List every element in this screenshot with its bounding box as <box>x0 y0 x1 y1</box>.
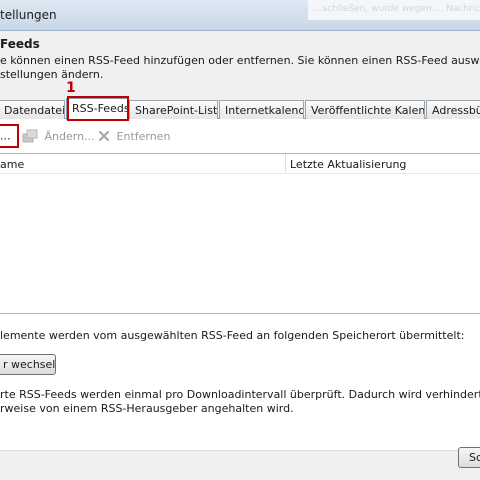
tab-strip: Datendateien RSS-Feeds SharePoint-Listen… <box>0 98 480 120</box>
annotation-number: 1 <box>66 80 76 96</box>
dialog-bottom-bar: Sc <box>0 447 480 480</box>
window-title: tellungen <box>0 8 57 22</box>
tab-veroeffentlichte-kalender[interactable]: Veröffentlichte Kalender <box>305 100 425 119</box>
delivery-location-label: lemente werden vom ausgewählten RSS-Feed… <box>0 329 465 342</box>
tab-datendateien[interactable]: Datendateien <box>0 100 65 119</box>
column-header-last-update[interactable]: Letzte Aktualisierung <box>290 158 406 171</box>
tab-label: RSS-Feeds <box>72 102 128 115</box>
header-divider <box>0 173 480 174</box>
description-line-1: e können einen RSS-Feed hinzufügen oder … <box>0 54 480 67</box>
column-header-name[interactable]: ame <box>0 158 24 171</box>
close-button[interactable]: Sc <box>458 447 480 468</box>
tab-label: Adressbüc <box>432 104 480 117</box>
tab-label: Datendateien <box>4 104 65 117</box>
background-window-strip: ...schließen, wurde wegen ... Nachrichte… <box>308 0 480 20</box>
close-label: Sc <box>469 451 480 464</box>
change-label: Ändern... <box>44 129 95 143</box>
tab-label: Internetkalender <box>225 104 304 117</box>
delete-x-icon <box>98 130 110 142</box>
remove-label: Entfernen <box>116 129 171 143</box>
rss-feed-list[interactable]: ame Letzte Aktualisierung <box>0 153 480 314</box>
new-button[interactable]: ... <box>0 129 11 147</box>
tab-label: SharePoint-Listen <box>135 104 218 117</box>
tab-rss-feeds[interactable]: RSS-Feeds <box>66 98 128 120</box>
info-line-1: rte RSS-Feeds werden einmal pro Download… <box>0 388 480 401</box>
tab-sharepoint-listen[interactable]: SharePoint-Listen <box>129 100 218 119</box>
tab-panel-rss-feeds: ... Ändern... Entfernen ame Letzte Aktua… <box>0 119 480 450</box>
new-label: ... <box>0 129 11 143</box>
info-text: rte RSS-Feeds werden einmal pro Download… <box>0 388 480 416</box>
window-titlebar: tellungen ...schließen, wurde wegen ... … <box>0 0 480 31</box>
info-line-2: rweise von einem RSS-Herausgeber angehal… <box>0 402 294 415</box>
change-button[interactable]: Ändern... <box>22 129 95 147</box>
change-folder-button[interactable]: r wechseln <box>0 354 56 375</box>
change-folder-label: r wechseln <box>3 358 56 371</box>
tab-adressbuecher[interactable]: Adressbüc <box>426 100 480 119</box>
column-separator <box>285 154 286 172</box>
tab-label: Veröffentlichte Kalender <box>311 104 425 117</box>
section-description: e können einen RSS-Feed hinzufügen oder … <box>0 54 480 82</box>
section-heading: Feeds <box>0 37 40 51</box>
change-icon <box>22 129 38 143</box>
tab-internetkalender[interactable]: Internetkalender <box>219 100 304 119</box>
remove-button[interactable]: Entfernen <box>98 129 170 147</box>
